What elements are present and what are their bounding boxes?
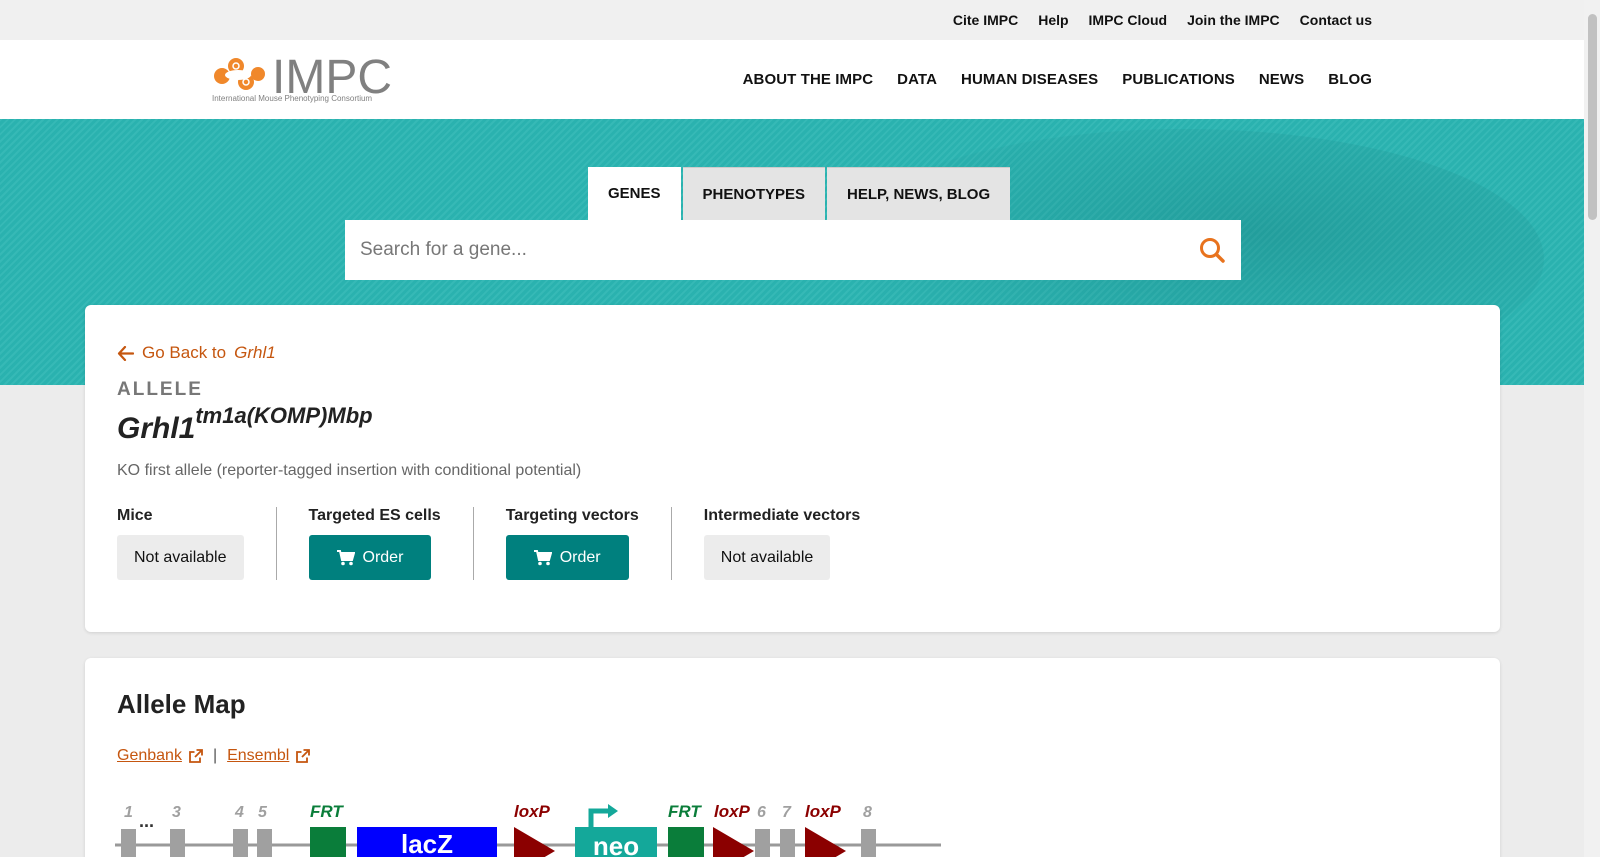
exon-ellipsis: ... <box>139 811 154 831</box>
exon-label-7: 7 <box>782 804 792 821</box>
top-link-help[interactable]: Help <box>1038 12 1068 28</box>
loxp-label-2: loxP <box>714 802 751 821</box>
allele-gene-symbol: Grhl1 <box>117 412 196 445</box>
site-header: IMPC International Mouse Phenotyping Con… <box>0 40 1584 119</box>
product-targeting-vectors: Targeting vectors Order <box>472 507 671 580</box>
button-label: Order <box>559 548 601 566</box>
top-link-join[interactable]: Join the IMPC <box>1187 12 1280 28</box>
arrow-left-icon <box>117 345 134 361</box>
product-title: Targeting vectors <box>505 507 639 524</box>
intermediate-not-available-button: Not available <box>703 535 831 580</box>
search-input[interactable] <box>360 239 1198 261</box>
cart-icon <box>533 549 552 565</box>
product-title: Targeted ES cells <box>308 507 441 524</box>
top-link-cite-impc[interactable]: Cite IMPC <box>953 12 1018 28</box>
frt-site-1 <box>310 827 346 857</box>
lacz-label: lacZ <box>401 829 453 857</box>
product-mice: Mice Not available <box>117 507 276 580</box>
frt-label-2: FRT <box>668 802 702 821</box>
exon-6 <box>755 829 770 857</box>
nav-about[interactable]: ABOUT THE IMPC <box>743 71 874 88</box>
exon-4 <box>233 829 248 857</box>
search-tabs: GENES PHENOTYPES HELP, NEWS, BLOG <box>588 167 1011 220</box>
top-link-impc-cloud[interactable]: IMPC Cloud <box>1089 12 1168 28</box>
loxp-label-3: loxP <box>805 802 842 821</box>
frt-label-1: FRT <box>310 802 344 821</box>
allele-description: KO first allele (reporter-tagged inserti… <box>117 462 582 479</box>
genbank-link[interactable]: Genbank <box>117 747 203 765</box>
nav-blog[interactable]: BLOG <box>1328 71 1372 88</box>
logo-subtitle: International Mouse Phenotyping Consorti… <box>212 94 373 103</box>
promoter-arrow-icon <box>588 808 609 829</box>
exon-8 <box>861 829 876 857</box>
ensembl-link[interactable]: Ensembl <box>227 747 311 765</box>
nav-publications[interactable]: PUBLICATIONS <box>1122 71 1235 88</box>
impc-logo[interactable]: IMPC International Mouse Phenotyping Con… <box>212 51 392 104</box>
tab-genes[interactable]: GENES <box>588 167 681 220</box>
nav-human-diseases[interactable]: HUMAN DISEASES <box>961 71 1098 88</box>
button-label: Order <box>362 548 404 566</box>
exon-3 <box>170 829 185 857</box>
exon-5 <box>257 829 272 857</box>
button-label: Not available <box>720 548 814 566</box>
exon-label-1: 1 <box>124 804 133 821</box>
loxp-site-2 <box>713 827 754 857</box>
external-link-icon <box>296 748 311 763</box>
product-availability: Mice Not available Targeted ES cells Ord… <box>117 507 892 580</box>
allele-map-card: Allele Map Genbank | Ensembl 1 ... 3 4 5… <box>85 658 1500 857</box>
mouse-logo-icon <box>214 58 265 90</box>
exon-7 <box>780 829 795 857</box>
link-label: Ensembl <box>227 747 290 764</box>
allele-map-title: Allele Map <box>117 689 246 719</box>
product-intermediate-vectors: Intermediate vectors Not available <box>670 507 893 580</box>
neo-label: neo <box>593 831 639 857</box>
page-scrollbar[interactable] <box>1584 0 1600 857</box>
es-cells-order-button[interactable]: Order <box>308 535 432 580</box>
exon-1 <box>121 829 136 857</box>
targeting-vectors-order-button[interactable]: Order <box>505 535 629 580</box>
external-link-icon <box>189 748 203 763</box>
allele-summary-card: Go Back to Grhl1 ALLELE Grhl1tm1a(KOMP)M… <box>85 305 1500 632</box>
link-separator: | <box>212 747 218 764</box>
exon-label-5: 5 <box>258 804 268 821</box>
cart-icon <box>336 549 355 565</box>
top-link-contact[interactable]: Contact us <box>1300 12 1372 28</box>
loxp-site-1 <box>514 827 555 857</box>
product-es-cells: Targeted ES cells Order <box>275 507 473 580</box>
promoter-arrowhead <box>608 804 618 818</box>
product-title: Mice <box>117 507 153 524</box>
top-links: Cite IMPC Help IMPC Cloud Join the IMPC … <box>953 0 1372 40</box>
tab-phenotypes[interactable]: PHENOTYPES <box>682 167 826 220</box>
nav-news[interactable]: NEWS <box>1259 71 1304 88</box>
go-back-link[interactable]: Go Back to Grhl1 <box>117 343 276 363</box>
allele-section-label: ALLELE <box>117 379 203 400</box>
allele-map-links: Genbank | Ensembl <box>117 747 311 765</box>
top-utility-bar: Cite IMPC Help IMPC Cloud Join the IMPC … <box>0 0 1584 40</box>
link-label: Genbank <box>117 747 182 764</box>
exon-label-3: 3 <box>172 804 181 821</box>
search-icon[interactable] <box>1198 236 1226 264</box>
product-title: Intermediate vectors <box>703 507 861 524</box>
exon-label-8: 8 <box>863 804 872 821</box>
mice-not-available-button: Not available <box>117 535 244 580</box>
loxp-site-3 <box>805 827 846 857</box>
main-nav: ABOUT THE IMPC DATA HUMAN DISEASES PUBLI… <box>743 40 1372 119</box>
search-box <box>345 220 1241 280</box>
frt-site-2 <box>668 827 704 857</box>
tab-help-news-blog[interactable]: HELP, NEWS, BLOG <box>827 167 1011 220</box>
nav-data[interactable]: DATA <box>897 71 937 88</box>
allele-map-diagram: 1 ... 3 4 5 FRT lacZ loxP neo FRT loxP 6… <box>115 802 941 857</box>
button-label: Not available <box>134 548 227 566</box>
loxp-label-1: loxP <box>514 802 551 821</box>
allele-name: Grhl1tm1a(KOMP)Mbp <box>117 403 373 446</box>
allele-superscript: tm1a(KOMP)Mbp <box>195 403 373 428</box>
exon-label-4: 4 <box>234 804 244 821</box>
go-back-text: Go Back to <box>142 343 227 362</box>
go-back-gene: Grhl1 <box>234 343 276 362</box>
exon-label-6: 6 <box>757 804 766 821</box>
scrollbar-thumb[interactable] <box>1588 14 1597 220</box>
